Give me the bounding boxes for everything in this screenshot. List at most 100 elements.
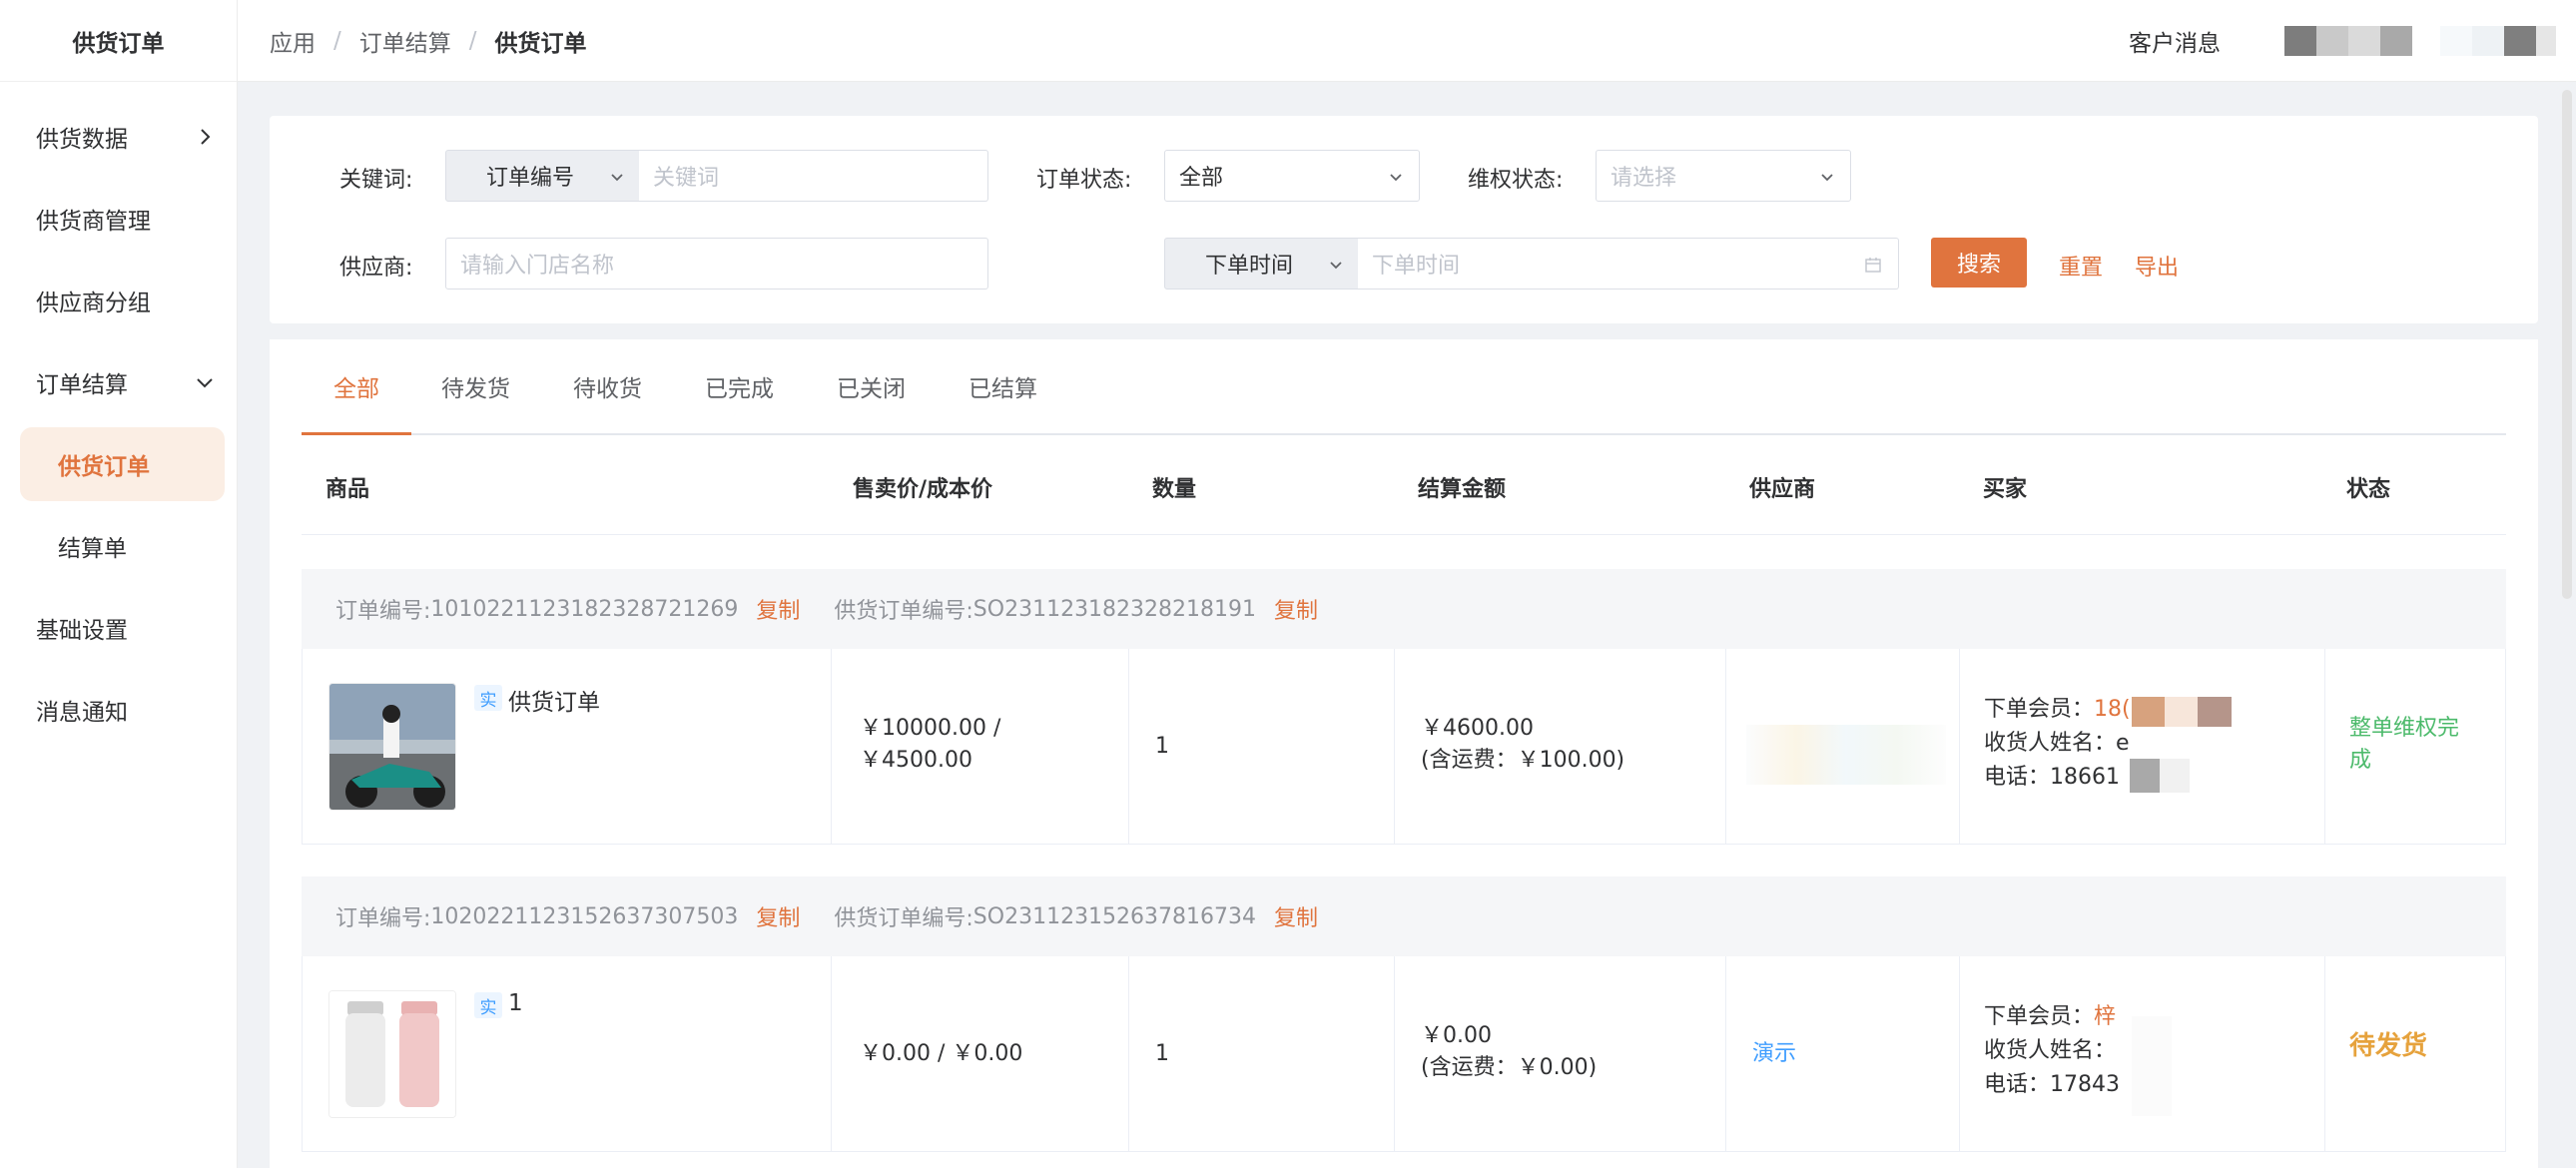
copy-order-no-button[interactable]: 复制 xyxy=(756,900,800,932)
buyer-name: e xyxy=(2116,731,2130,756)
copy-supply-no-button[interactable]: 复制 xyxy=(1274,900,1318,932)
sidebar-item-basic-settings[interactable]: 基础设置 xyxy=(0,587,237,669)
price-cell: ￥10000.00 / ￥4500.00 xyxy=(832,649,1129,845)
buyer-phone-label: 电话： xyxy=(1984,765,2051,790)
time-placeholder: 下单时间 xyxy=(1372,254,1461,279)
copy-supply-no-button[interactable]: 复制 xyxy=(1274,593,1318,625)
breadcrumb-apps[interactable]: 应用 xyxy=(270,24,316,58)
sidebar-item-supplier-group[interactable]: 供应商分组 xyxy=(0,260,237,341)
buyer-phone: 18661 xyxy=(2050,765,2121,790)
sidebar-menu: 供货数据 供货商管理 供应商分组 订单结算 供货订单 结算单 基础设置 消息通知 xyxy=(0,96,237,751)
goods-name[interactable]: 1 xyxy=(508,990,523,1016)
tab-completed[interactable]: 已完成 xyxy=(705,369,774,403)
buyer-info: 下单会员：梓 收货人姓名： 电话：17843 xyxy=(1984,1000,2120,1102)
reset-button[interactable]: 重置 xyxy=(2059,250,2103,282)
sidebar-subitem-supply-orders[interactable]: 供货订单 xyxy=(20,427,225,501)
order-status-label: 订单状态: xyxy=(1036,168,1132,193)
supplier-link[interactable]: 演示 xyxy=(1752,1038,1796,1070)
order-status-select[interactable]: 全部 xyxy=(1164,150,1420,202)
customer-messages-link[interactable]: 客户消息 xyxy=(2129,24,2221,58)
redacted-area xyxy=(2132,697,2232,727)
breadcrumb-current: 供货订单 xyxy=(494,30,587,57)
settlement-amount: ￥0.00 xyxy=(1421,1023,1492,1048)
breadcrumb-order-settlement[interactable]: 订单结算 xyxy=(359,24,451,58)
buyer-phone-line: 电话：18661 xyxy=(1984,761,2131,795)
cost-price: ￥4500.00 xyxy=(860,748,972,773)
status-tabs: 全部 待发货 待收货 已完成 已关闭 已结算 xyxy=(302,339,2506,435)
goods-cell: 实 1 xyxy=(303,956,832,1152)
sidebar: 供货订单 供货数据 供货商管理 供应商分组 订单结算 供货订单 结算单 基础设置… xyxy=(0,0,238,1168)
sell-price: ￥0.00 / ￥0.00 xyxy=(860,1041,1023,1066)
sidebar-item-order-settlement[interactable]: 订单结算 xyxy=(0,341,237,423)
buyer-phone-line: 电话：17843 xyxy=(1984,1068,2120,1102)
keyword-input[interactable]: 关键词 xyxy=(639,150,988,202)
rights-status-select[interactable]: 请选择 xyxy=(1596,150,1851,202)
supply-no-label: 供货订单编号: xyxy=(834,906,973,931)
breadcrumb-separator: / xyxy=(333,27,341,54)
supply-no: SO231123152637816734 xyxy=(972,903,1257,929)
tab-closed[interactable]: 已关闭 xyxy=(837,369,906,403)
avatar[interactable] xyxy=(2284,25,2412,56)
goods-cell: 实 供货订单 xyxy=(303,649,832,845)
buyer-member-line: 下单会员：18( xyxy=(1984,693,2131,727)
search-button[interactable]: 搜索 xyxy=(1931,238,2027,288)
buyer-member-line: 下单会员：梓 xyxy=(1984,1000,2120,1034)
chevron-down-icon xyxy=(1818,167,1836,185)
sidebar-item-supply-data[interactable]: 供货数据 xyxy=(0,96,237,178)
keyword-type-value: 订单编号 xyxy=(486,166,575,191)
time-type-value: 下单时间 xyxy=(1205,254,1294,279)
keyword-label: 关键词: xyxy=(339,168,413,193)
tab-to-receive[interactable]: 待收货 xyxy=(573,369,642,403)
breadcrumb-separator: / xyxy=(468,27,477,54)
page-scrollbar[interactable] xyxy=(2562,90,2572,599)
chevron-down-icon xyxy=(195,372,215,392)
shipping-fee: (含运费：￥0.00) xyxy=(1421,1055,1598,1080)
goods-image[interactable] xyxy=(328,683,456,811)
supplier-label: 供应商: xyxy=(339,256,413,281)
buyer-cell: 下单会员：18( 收货人姓名：e 电话：18661 xyxy=(1960,649,2325,845)
order-no: 1010221123182328721269 xyxy=(430,596,739,622)
buyer-name-line: 收货人姓名：e xyxy=(1984,727,2131,761)
brand-title: 供货订单 xyxy=(0,0,237,82)
status-badge: 整单维权完成 xyxy=(2349,716,2460,773)
buyer-name-label: 收货人姓名： xyxy=(1984,1038,2117,1063)
sidebar-item-label: 供货商管理 xyxy=(36,209,151,235)
goods-image[interactable] xyxy=(328,990,456,1118)
topbar: 应用 / 订单结算 / 供货订单 客户消息 xyxy=(238,0,2576,82)
account-name[interactable] xyxy=(2440,25,2556,56)
order-header: 订单编号: 1010221123182328721269 复制 供货订单编号: … xyxy=(302,569,2506,649)
keyword-placeholder: 关键词 xyxy=(653,166,720,191)
buyer-member[interactable]: 18( xyxy=(2094,697,2131,722)
sidebar-item-label: 结算单 xyxy=(58,536,127,562)
header-right: 客户消息 xyxy=(2129,24,2576,58)
column-settlement-amount: 结算金额 xyxy=(1418,477,1507,502)
order-time-picker[interactable]: 下单时间 xyxy=(1358,238,1899,290)
order-header: 订单编号: 1020221123152637307503 复制 供货订单编号: … xyxy=(302,876,2506,956)
buyer-member-label: 下单会员： xyxy=(1984,1004,2095,1029)
tab-settled[interactable]: 已结算 xyxy=(968,369,1037,403)
redacted-area xyxy=(2130,759,2190,793)
supplier-input[interactable]: 请输入门店名称 xyxy=(445,238,988,290)
buyer-member[interactable]: 梓 xyxy=(2094,1004,2116,1029)
amount-cell: ￥4600.00 (含运费：￥100.00) xyxy=(1395,649,1726,845)
order-group: 订单编号: 1020221123152637307503 复制 供货订单编号: … xyxy=(302,876,2506,1152)
sidebar-subitem-settlement[interactable]: 结算单 xyxy=(0,505,237,587)
copy-order-no-button[interactable]: 复制 xyxy=(756,593,800,625)
sidebar-item-supplier-management[interactable]: 供货商管理 xyxy=(0,178,237,260)
buyer-name-label: 收货人姓名： xyxy=(1984,731,2117,756)
column-supplier: 供应商 xyxy=(1749,477,1816,502)
sidebar-item-notifications[interactable]: 消息通知 xyxy=(0,669,237,751)
goods-name[interactable]: 供货订单 xyxy=(508,683,600,717)
table-row: 实 1 ￥0.00 / ￥0.00 1 ￥0.00 (含运费：￥0.00) 演示 xyxy=(302,956,2506,1152)
sell-price: ￥10000.00 / xyxy=(860,716,1001,741)
order-no-label: 订单编号: xyxy=(335,599,431,624)
table-header: 商品 售卖价/成本价 数量 结算金额 供应商 买家 状态 xyxy=(302,435,2506,535)
column-goods: 商品 xyxy=(325,477,370,502)
calendar-icon xyxy=(1864,255,1882,273)
price-cell: ￥0.00 / ￥0.00 xyxy=(832,956,1129,1152)
tab-to-ship[interactable]: 待发货 xyxy=(441,369,510,403)
tab-all[interactable]: 全部 xyxy=(333,369,379,403)
export-button[interactable]: 导出 xyxy=(2135,250,2179,282)
time-type-select[interactable]: 下单时间 xyxy=(1164,238,1360,290)
keyword-type-select[interactable]: 订单编号 xyxy=(445,150,641,202)
